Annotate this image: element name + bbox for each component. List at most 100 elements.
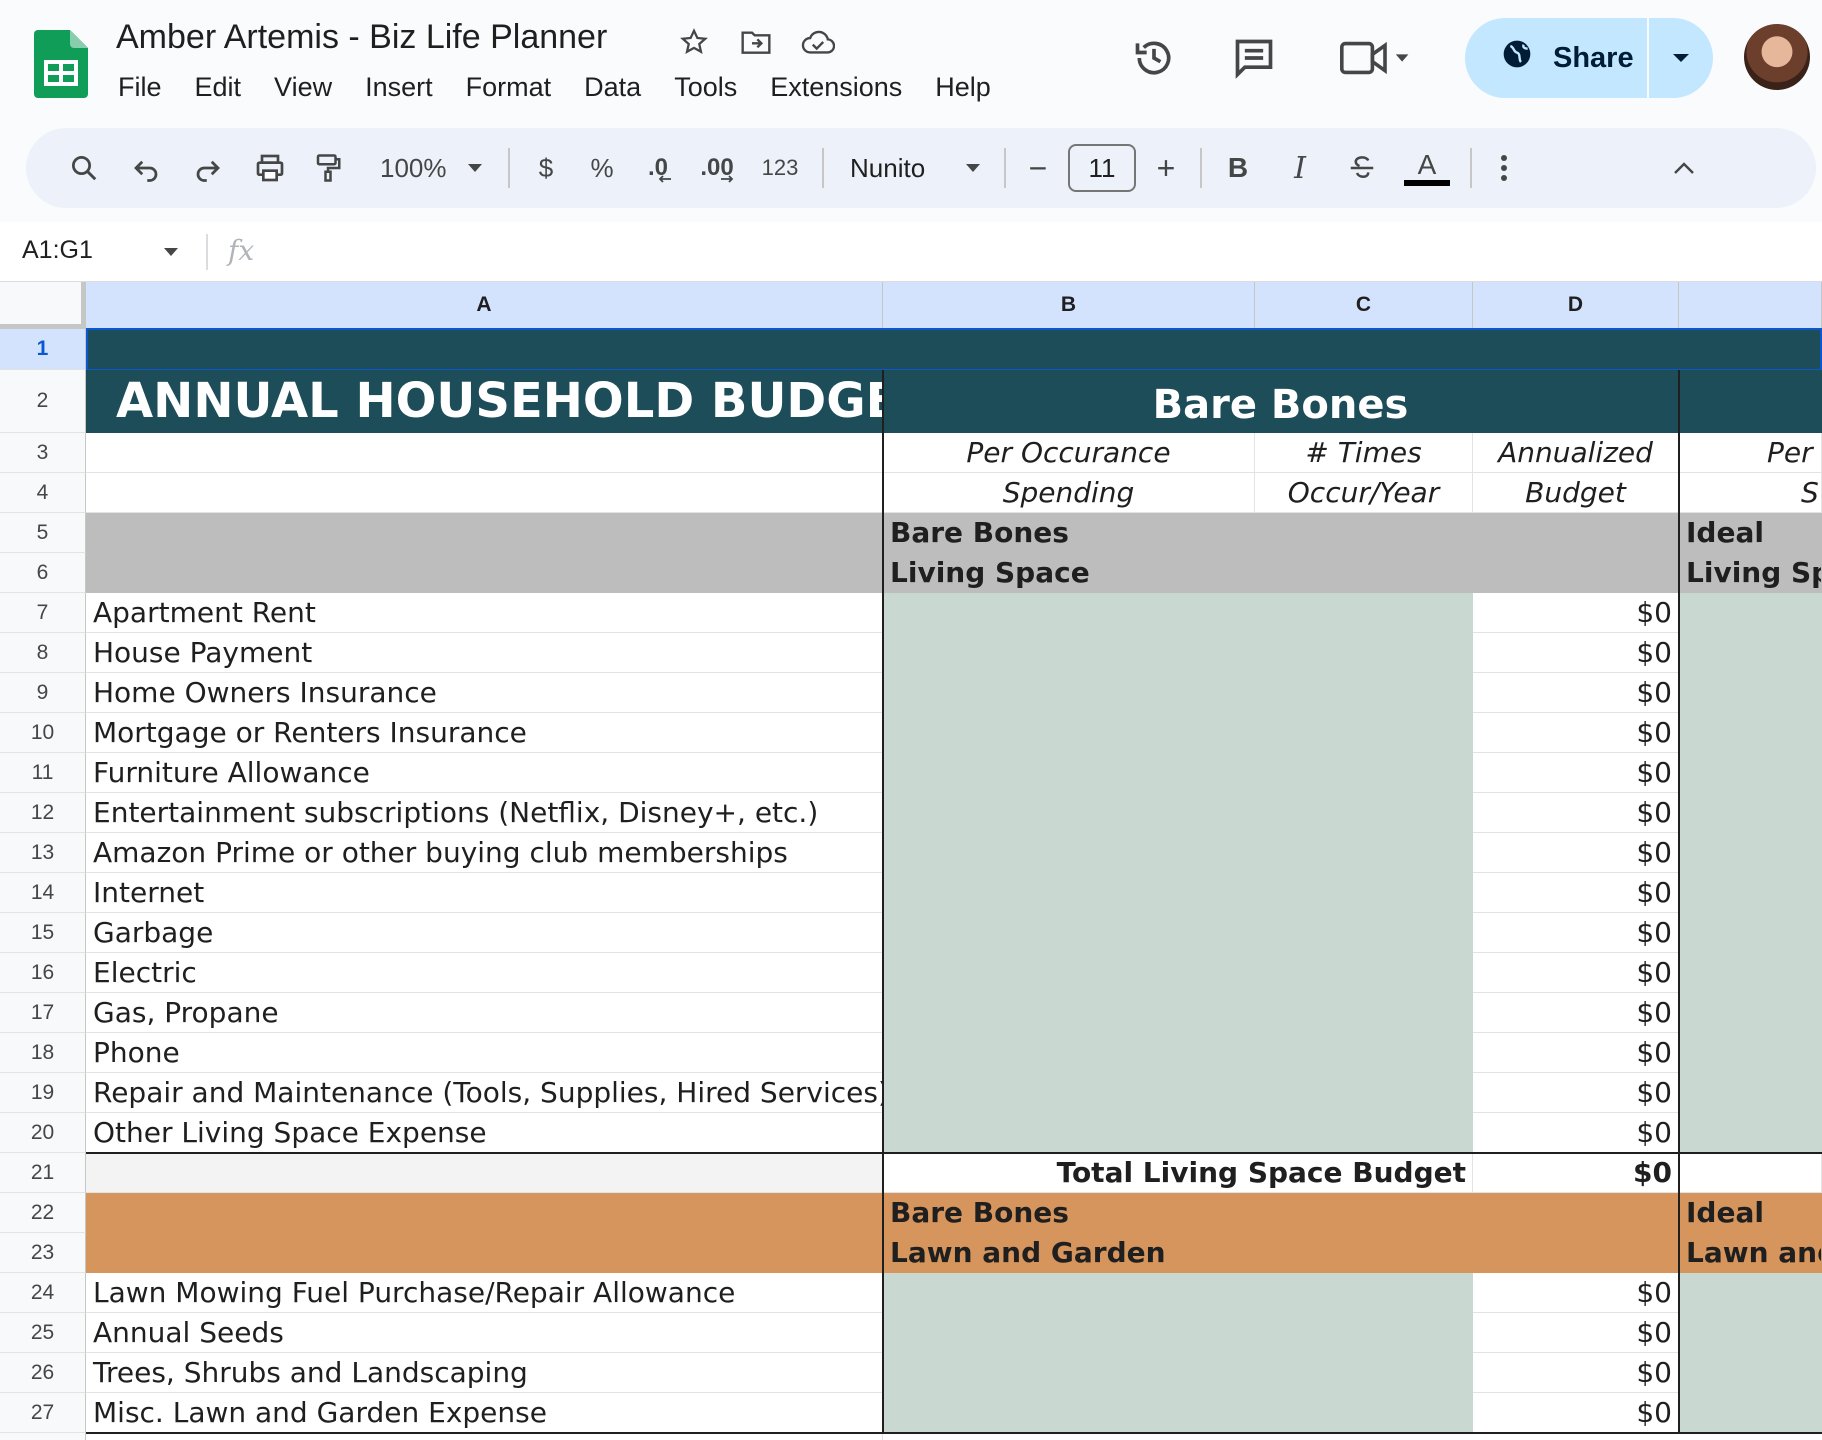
row-header-27[interactable]: 27 (0, 1393, 86, 1433)
living-space-header-a6[interactable] (86, 553, 883, 593)
row-header-2[interactable]: 2 (0, 370, 86, 433)
row-header-17[interactable]: 17 (0, 993, 86, 1033)
living-space-ideal-input[interactable] (1679, 1033, 1822, 1073)
living-space-annual-budget[interactable]: $0 (1473, 873, 1679, 913)
living-space-times-input[interactable] (1255, 1113, 1473, 1153)
living-space-spending-input[interactable] (883, 713, 1255, 753)
living-space-times-input[interactable] (1255, 713, 1473, 753)
lawn-garden-spending-input[interactable] (883, 1313, 1255, 1353)
more-formats-button[interactable]: 123 (754, 142, 806, 194)
living-space-times-input[interactable] (1255, 873, 1473, 913)
column-header-a[interactable]: A (86, 282, 883, 329)
living-space-item-name[interactable]: Garbage (86, 913, 883, 953)
user-avatar[interactable] (1744, 24, 1810, 90)
row-header-18[interactable]: 18 (0, 1033, 86, 1073)
zoom-chevron-down-icon[interactable] (460, 142, 490, 194)
per-occurance-header-4[interactable]: Spending (883, 473, 1255, 513)
text-color-button[interactable]: A (1402, 142, 1452, 194)
more-options-icon[interactable] (1486, 142, 1522, 194)
lawn-garden-annual-budget[interactable]: $0 (1473, 1393, 1679, 1433)
living-space-annual-budget[interactable]: $0 (1473, 1113, 1679, 1153)
living-space-spending-input[interactable] (883, 953, 1255, 993)
increase-decimal-button[interactable]: .00 (692, 142, 742, 194)
cloud-saved-icon[interactable] (798, 22, 838, 62)
living-space-ideal-input[interactable] (1679, 873, 1822, 913)
living-space-times-input[interactable] (1255, 1073, 1473, 1113)
row-header-6[interactable]: 6 (0, 553, 86, 593)
living-space-ideal-input[interactable] (1679, 833, 1822, 873)
row-header-7[interactable]: 7 (0, 593, 86, 633)
living-space-spending-input[interactable] (883, 1073, 1255, 1113)
living-space-ideal-input[interactable] (1679, 633, 1822, 673)
living-space-annual-budget[interactable]: $0 (1473, 1033, 1679, 1073)
lawn-garden-spending-input[interactable] (883, 1353, 1255, 1393)
search-icon[interactable] (62, 142, 106, 194)
font-size-input[interactable]: 11 (1068, 144, 1136, 192)
lawn-garden-ideal-section-label[interactable]: Lawn and (1679, 1233, 1822, 1273)
living-space-section-label[interactable]: Living Space (883, 553, 1679, 593)
select-all-corner[interactable] (0, 282, 86, 329)
sheet-title[interactable]: ANNUAL HOUSEHOLD BUDGET (86, 370, 883, 433)
living-space-item-name[interactable]: Repair and Maintenance (Tools, Supplies,… (86, 1073, 883, 1113)
annualized-budget-header-3[interactable]: Annualized (1473, 433, 1679, 473)
row-header-12[interactable]: 12 (0, 793, 86, 833)
increase-font-size-button[interactable]: + (1148, 142, 1184, 194)
lawn-garden-spending-input[interactable] (883, 1393, 1255, 1433)
italic-button[interactable]: I (1278, 142, 1322, 194)
share-dropdown-chevron-icon[interactable] (1649, 18, 1713, 98)
font-family-select[interactable]: Nunito (838, 142, 958, 194)
living-space-ideal-input[interactable] (1679, 713, 1822, 753)
living-space-annual-budget[interactable]: $0 (1473, 633, 1679, 673)
lawn-garden-header-a23[interactable] (86, 1233, 883, 1273)
row-header-1[interactable]: 1 (0, 329, 86, 370)
times-per-year-header-3[interactable]: # Times (1255, 433, 1473, 473)
menu-help[interactable]: Help (935, 72, 991, 103)
menu-insert[interactable]: Insert (365, 72, 433, 103)
living-space-annual-budget[interactable]: $0 (1473, 793, 1679, 833)
row-header-24[interactable]: 24 (0, 1273, 86, 1313)
lawn-garden-annual-budget[interactable]: $0 (1473, 1273, 1679, 1313)
living-space-ideal-input[interactable] (1679, 1113, 1822, 1153)
living-space-annual-budget[interactable]: $0 (1473, 953, 1679, 993)
living-space-item-name[interactable]: Internet (86, 873, 883, 913)
row-header-21[interactable]: 21 (0, 1153, 86, 1193)
column-header-b[interactable]: B (883, 282, 1255, 329)
living-space-times-input[interactable] (1255, 593, 1473, 633)
row-header-25[interactable]: 25 (0, 1313, 86, 1353)
lawn-garden-group-label[interactable]: Bare Bones (883, 1193, 1679, 1233)
lawn-garden-item-name[interactable]: Misc. Lawn and Garden Expense (86, 1393, 883, 1433)
living-space-total-value[interactable]: $0 (1473, 1153, 1679, 1193)
living-space-ideal-input[interactable] (1679, 593, 1822, 633)
living-space-ideal-input[interactable] (1679, 953, 1822, 993)
living-space-times-input[interactable] (1255, 833, 1473, 873)
living-space-item-name[interactable]: Entertainment subscriptions (Netflix, Di… (86, 793, 883, 833)
living-space-spending-input[interactable] (883, 913, 1255, 953)
living-space-annual-budget[interactable]: $0 (1473, 1073, 1679, 1113)
share-button[interactable]: Share (1465, 18, 1713, 98)
ideal-header-cell[interactable] (1679, 370, 1822, 433)
living-space-item-name[interactable]: Other Living Space Expense (86, 1113, 883, 1153)
menu-tools[interactable]: Tools (674, 72, 737, 103)
currency-format-button[interactable]: $ (524, 142, 568, 194)
menu-edit[interactable]: Edit (195, 72, 242, 103)
version-history-icon[interactable] (1128, 32, 1180, 84)
living-space-ideal-input[interactable] (1679, 793, 1822, 833)
menu-view[interactable]: View (274, 72, 332, 103)
living-space-ideal-label[interactable]: Ideal (1679, 513, 1822, 553)
living-space-spending-input[interactable] (883, 633, 1255, 673)
living-space-item-name[interactable]: Phone (86, 1033, 883, 1073)
living-space-item-name[interactable]: Gas, Propane (86, 993, 883, 1033)
living-space-spending-input[interactable] (883, 1033, 1255, 1073)
cell-a3[interactable] (86, 433, 883, 473)
lawn-garden-times-input[interactable] (1255, 1393, 1473, 1433)
lawn-garden-times-input[interactable] (1255, 1313, 1473, 1353)
row-header-9[interactable]: 9 (0, 673, 86, 713)
row-header-20[interactable]: 20 (0, 1113, 86, 1153)
lawn-garden-item-name[interactable]: Lawn Mowing Fuel Purchase/Repair Allowan… (86, 1273, 883, 1313)
spreadsheet-grid[interactable]: A B C D 1 2 3 4 5 6 7 8 9 10 11 12 13 14 15 16 17 18 19 20 2… (0, 282, 1822, 1440)
percent-format-button[interactable]: % (580, 142, 624, 194)
row-header-10[interactable]: 10 (0, 713, 86, 753)
zoom-select[interactable]: 100% (380, 142, 460, 194)
print-icon[interactable] (248, 142, 292, 194)
living-space-times-input[interactable] (1255, 753, 1473, 793)
